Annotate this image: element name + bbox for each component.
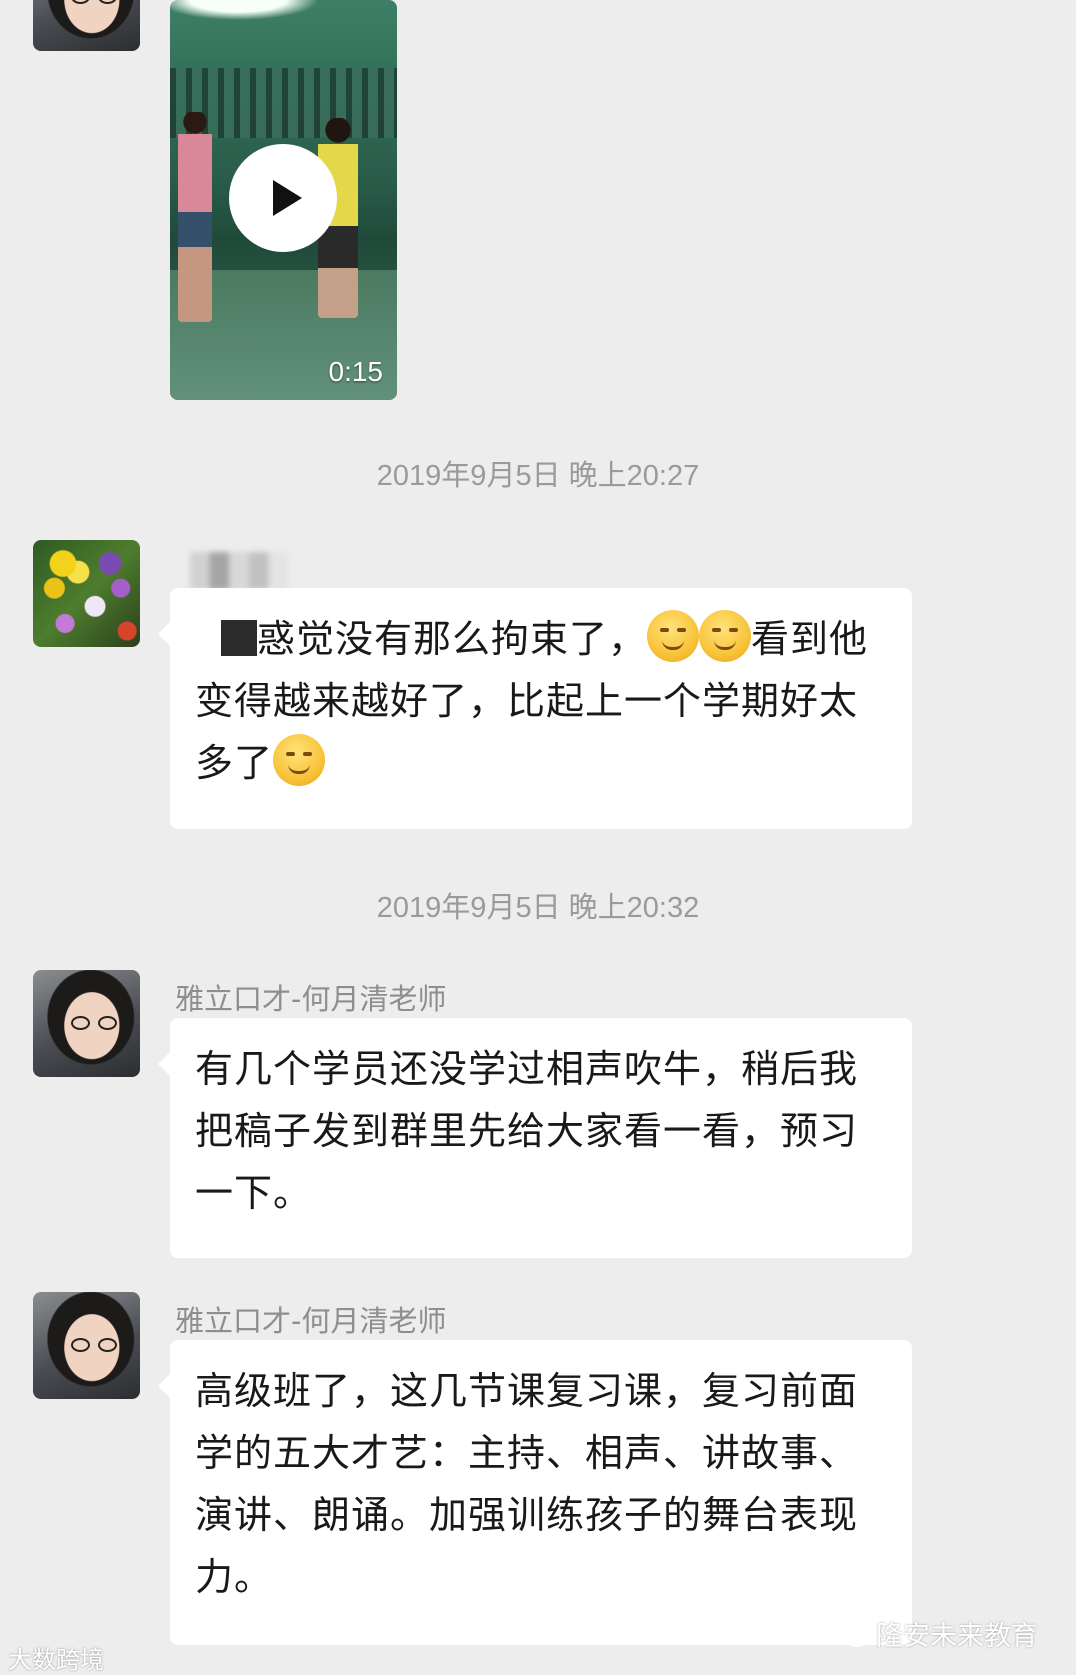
smile-emoji-icon — [273, 734, 326, 786]
sender-name: 雅立口才-何月清老师 — [175, 982, 447, 1016]
message-text: 惑觉没有那么拘束了， — [257, 617, 648, 661]
chat-timestamp: 2019年9月5日 晚上20:32 — [376, 892, 700, 924]
glasses-decoration — [71, 1338, 121, 1352]
message-text: 高级班了，这几节课复习课，复习前面学的五大才艺：主持、相声、讲故事、演讲、朗诵。… — [195, 1369, 859, 1599]
video-figure-girl — [178, 112, 212, 322]
video-duration: 0:15 — [328, 356, 384, 387]
sender-name: 雅立口才-何月清老师 — [175, 1304, 447, 1338]
avatar-parent[interactable] — [33, 540, 140, 647]
message-bubble[interactable]: 有几个学员还没学过相声吹牛，稍后我把稿子发到群里先给大家看一看，预习一下。 — [158, 1018, 912, 1258]
play-icon[interactable] — [229, 144, 337, 252]
glasses-decoration — [71, 0, 121, 4]
message-text: 有几个学员还没学过相声吹牛，稍后我把稿子发到群里先给大家看一看，预习一下。 — [195, 1047, 859, 1215]
redacted-text — [221, 620, 257, 656]
watermark-source-name: 大数跨境 — [8, 1646, 104, 1674]
glasses-decoration — [71, 1016, 121, 1030]
watermark-source: 大数跨境 — [8, 1640, 104, 1675]
avatar-teacher[interactable] — [33, 970, 140, 1077]
chat-timestamp: 2019年9月5日 晚上20:27 — [376, 460, 700, 492]
watermark-account-name: 隆安未来教育 — [876, 1621, 1038, 1652]
avatar-teacher[interactable] — [33, 0, 140, 51]
sender-name-blurred — [190, 552, 288, 590]
watermark-account: 隆安未来教育 — [832, 1614, 1038, 1653]
emoji-icon — [699, 610, 752, 662]
wechat-icon — [833, 1625, 868, 1647]
video-message[interactable]: 0:15 — [170, 0, 397, 400]
message-bubble[interactable]: 惑觉没有那么拘束了， 看到他变得越来越好了，比起上一个学期好太多了 — [158, 588, 912, 829]
emoji-icon — [647, 610, 700, 662]
avatar-teacher[interactable] — [33, 1292, 140, 1399]
message-bubble[interactable]: 高级班了，这几节课复习课，复习前面学的五大才艺：主持、相声、讲故事、演讲、朗诵。… — [158, 1340, 912, 1645]
